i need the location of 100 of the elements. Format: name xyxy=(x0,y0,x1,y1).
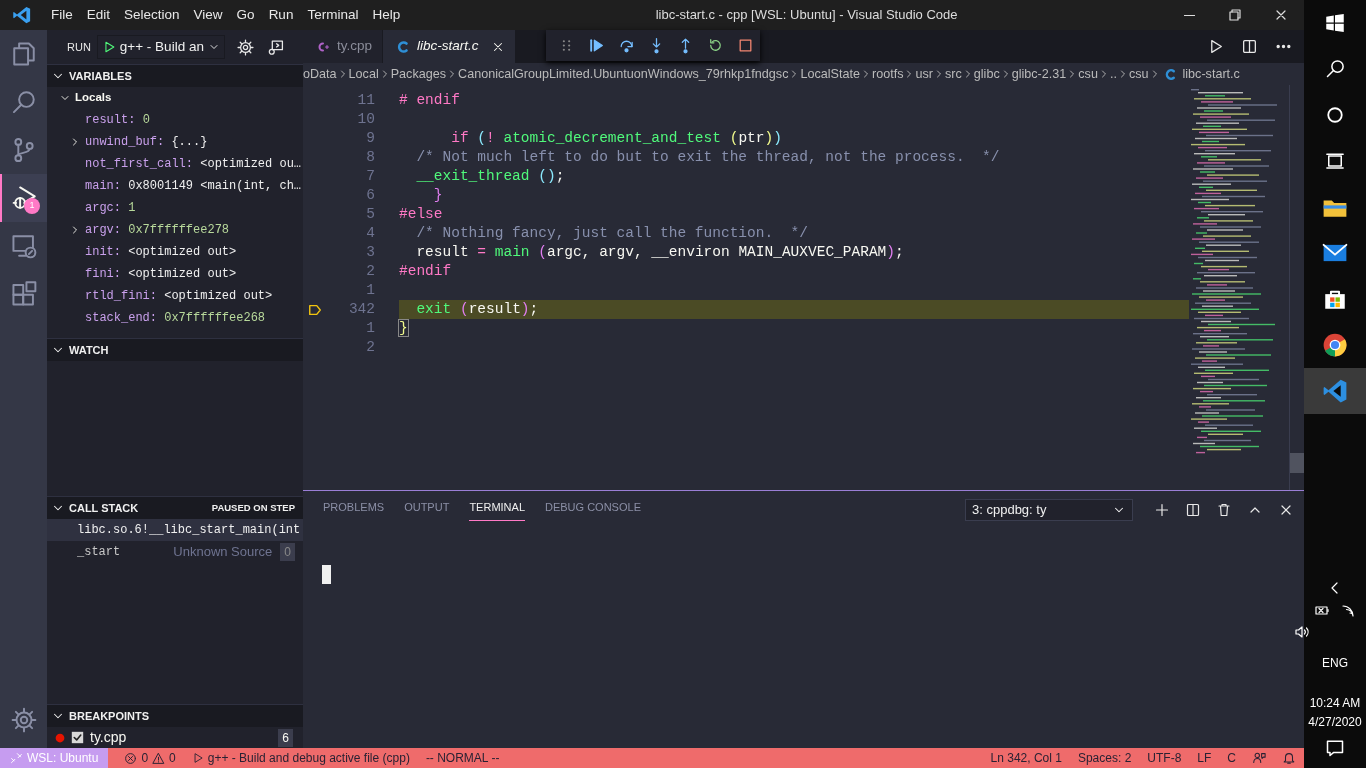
sidebar-title: RUN xyxy=(67,39,91,55)
breadcrumb-item[interactable]: rootfs xyxy=(872,64,904,84)
status-item[interactable]: C xyxy=(1219,748,1244,768)
terminal-icon xyxy=(267,38,285,56)
breakpoint-dot-icon xyxy=(55,732,65,743)
terminal-cursor xyxy=(322,565,331,584)
panel-tab[interactable]: PROBLEMS xyxy=(323,499,385,521)
breadcrumb-item[interactable]: libc-start.c xyxy=(1182,64,1240,84)
code-line: result = main (argc, argv, __environ MAIN_AUXVEC_PARAM); xyxy=(415,243,905,262)
line-number: 9 xyxy=(365,128,375,148)
section-header[interactable]: BREAKPOINTS xyxy=(47,705,303,727)
breadcrumb-item[interactable]: glibc-2.31 xyxy=(1011,64,1067,84)
status-item[interactable]: LF xyxy=(1189,748,1220,768)
extensions-icon xyxy=(10,281,37,307)
variable-entry[interactable]: stack_end: 0x7ffffffee268 xyxy=(85,309,266,327)
variable-entry[interactable]: argv: 0x7ffffffee278 xyxy=(85,221,230,239)
breadcrumb-item[interactable]: oData xyxy=(303,64,337,84)
breadcrumb-item[interactable]: src xyxy=(945,64,962,84)
line-number: 4 xyxy=(365,223,375,243)
menu-item[interactable]: Terminal xyxy=(300,4,366,26)
c-file-icon xyxy=(395,38,411,55)
launch-configuration[interactable]: g++ - Build and debug active file (cpp) xyxy=(183,748,418,768)
vscode-icon xyxy=(1322,378,1348,404)
code-line: __exit_thread (); xyxy=(415,167,566,186)
scrollbar-thumb[interactable] xyxy=(1290,453,1304,473)
terminal-dropdown[interactable]: 3: cppdbg: ty xyxy=(965,499,1133,521)
section-header[interactable]: WATCH xyxy=(47,339,303,361)
panel-tab[interactable]: DEBUG CONSOLE xyxy=(545,499,641,521)
code-line: # endif xyxy=(399,91,461,110)
variable-entry[interactable]: init: <optimized out> xyxy=(85,243,237,261)
breadcrumb-item[interactable]: csu xyxy=(1128,64,1149,84)
menu-item[interactable]: Help xyxy=(365,4,408,26)
count-badge: 1 xyxy=(24,198,40,214)
variable-entry[interactable]: rtld_fini: <optimized out> xyxy=(85,287,273,305)
panel-tab[interactable]: TERMINAL xyxy=(469,499,525,521)
variable-entry[interactable]: fini: <optimized out> xyxy=(85,265,237,283)
breadcrumb-item[interactable]: .. xyxy=(1109,64,1117,84)
notifications-icon[interactable] xyxy=(1325,738,1345,758)
menu-item[interactable]: Run xyxy=(261,4,301,26)
panel-tab[interactable]: OUTPUT xyxy=(404,499,450,521)
window-title: libc-start.c - cpp [WSL: Ubuntu] - Visual Studio Code xyxy=(654,6,959,25)
section-header[interactable]: VARIABLES xyxy=(47,65,303,87)
line-number: 6 xyxy=(365,185,375,205)
breadcrumb-item[interactable]: usr xyxy=(915,64,933,84)
variable-entry[interactable]: result: 0 xyxy=(85,111,150,129)
menu-item[interactable]: Edit xyxy=(79,4,118,26)
status-item[interactable]: Ln 342, Col 1 xyxy=(982,748,1070,768)
run-icon xyxy=(11,185,38,211)
line-number: 2 xyxy=(365,261,375,281)
menu-item[interactable]: View xyxy=(186,4,230,26)
minimize-icon xyxy=(1183,14,1195,16)
checkbox[interactable] xyxy=(71,731,84,744)
status-item[interactable]: Spaces: 2 xyxy=(1069,748,1140,768)
line-number: 1 xyxy=(365,318,375,338)
current-line-marker-icon xyxy=(308,302,322,317)
count-badge: 6 xyxy=(278,728,293,747)
breakpoint-item[interactable]: ty.cpp 6 xyxy=(47,727,303,748)
variable-entry[interactable]: not_first_call: <optimized ou… xyxy=(85,155,302,173)
variable-entry[interactable]: argc: 1 xyxy=(85,199,136,217)
bell-icon xyxy=(1282,751,1296,765)
line-number: 342 xyxy=(347,299,375,319)
vim-mode: -- NORMAL -- xyxy=(424,750,501,767)
line-number: 2 xyxy=(365,337,375,357)
windows-logo-icon xyxy=(1325,13,1345,33)
configuration-dropdown[interactable]: g++ - Build an xyxy=(96,35,225,59)
menu-item[interactable]: File xyxy=(44,4,80,26)
code-line: #else xyxy=(399,205,444,224)
stack-frame[interactable]: libc.so.6!__libc_start_main(int xyxy=(47,519,303,541)
continue-icon xyxy=(588,37,606,54)
section-header[interactable]: CALL STACK PAUSED ON STEP xyxy=(47,497,303,519)
breadcrumb-item[interactable]: Local xyxy=(348,64,379,84)
stack-frame[interactable]: _start Unknown Source 0 xyxy=(47,541,303,563)
line-number: 1 xyxy=(365,280,375,300)
breadcrumb-item[interactable]: CanonicalGroupLimited.UbuntuonWindows_79rhkp1fndgsc xyxy=(458,64,789,84)
menu-item[interactable]: Selection xyxy=(117,4,187,26)
split-editor-icon xyxy=(1240,38,1258,55)
editor-tab[interactable]: libc-start.c xyxy=(383,30,516,63)
line-number: 11 xyxy=(356,90,375,110)
remote-icon xyxy=(10,233,37,259)
menu-item[interactable]: Go xyxy=(229,4,262,26)
status-item[interactable]: UTF-8 xyxy=(1139,748,1190,768)
clock[interactable]: 10:24 AM 4/27/2020 xyxy=(1308,694,1362,732)
code-line: if (! atomic_decrement_and_test (ptr)) xyxy=(450,129,783,148)
breadcrumb-item[interactable]: LocalState xyxy=(800,64,860,84)
breadcrumb-item[interactable]: Packages xyxy=(390,64,447,84)
breadcrumb-item[interactable]: glibc xyxy=(973,64,1000,84)
variable-entry[interactable]: unwind_buf: {...} xyxy=(85,133,208,151)
problems-indicator[interactable]: 0 0 xyxy=(116,748,184,768)
variable-entry[interactable]: main: 0x8001149 <main(int, ch… xyxy=(85,177,302,195)
code-line: /* Nothing fancy, just call the function. */ xyxy=(415,224,809,243)
editor-tab[interactable]: ty.cpp xyxy=(303,30,383,63)
language-indicator[interactable]: ENG xyxy=(1322,654,1348,672)
code-line: /* Not much left to do but to exit the thread, not the process. */ xyxy=(415,148,1001,167)
line-number: 3 xyxy=(365,242,375,262)
app-logo-icon xyxy=(12,5,32,25)
volume-icon[interactable] xyxy=(1294,624,1311,640)
count-badge: 0 xyxy=(280,543,295,561)
line-number: 7 xyxy=(365,166,375,186)
breadcrumb-item[interactable]: csu xyxy=(1078,64,1098,84)
scope-row[interactable]: Locals xyxy=(47,87,303,109)
